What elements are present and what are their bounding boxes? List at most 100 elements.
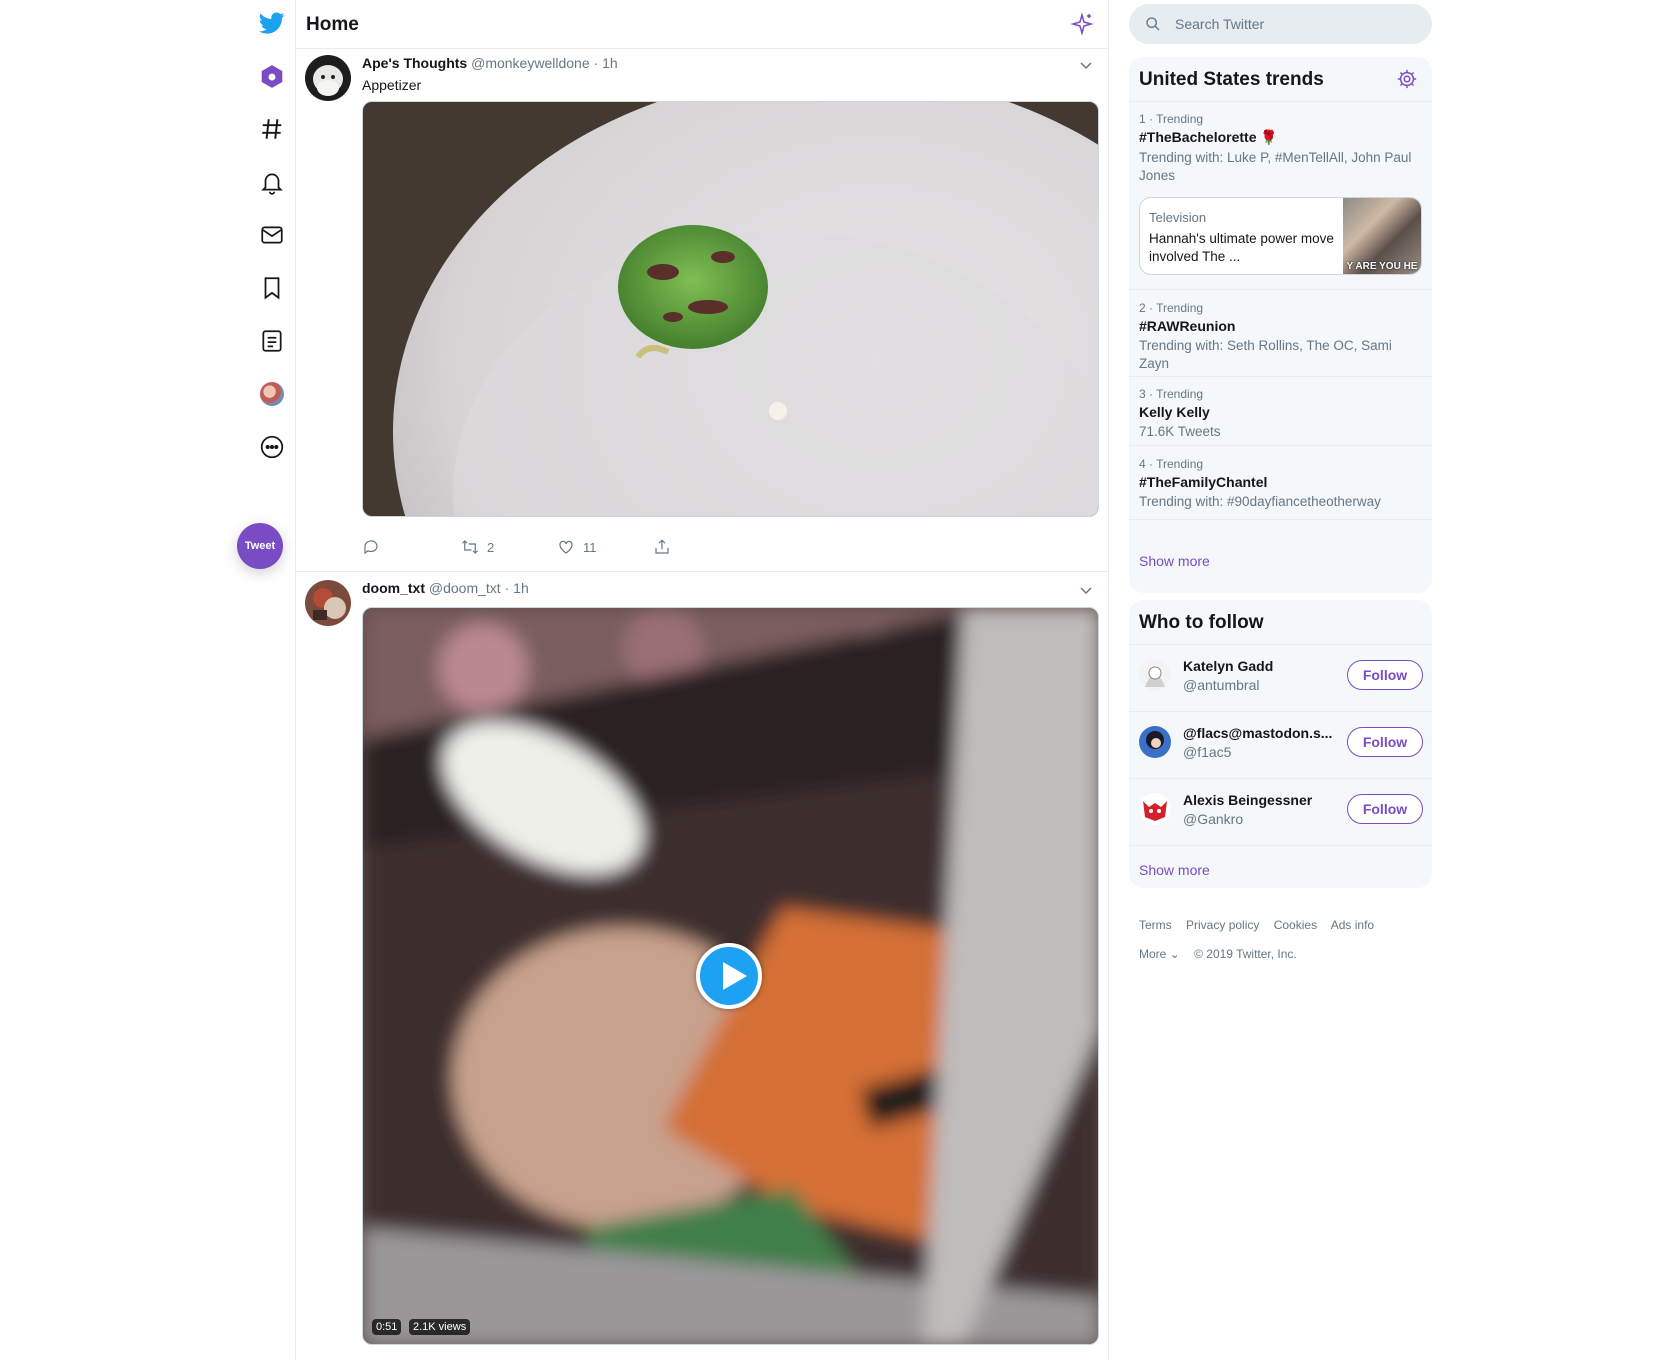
divider [1129,101,1432,102]
lists-icon[interactable] [252,321,292,361]
trend-meta: 2 · Trending [1139,301,1204,315]
user-avatar[interactable] [1139,793,1171,825]
footer-privacy-link[interactable]: Privacy policy [1186,918,1259,932]
user-name: @flacs@mastodon.s... [1183,725,1333,741]
trend-meta: 3 · Trending [1139,387,1204,401]
trend-item[interactable]: 3 · Trending Kelly Kelly 71.6K Tweets [1139,387,1424,441]
who-to-follow-title: Who to follow [1139,612,1264,633]
user-avatar[interactable] [1139,726,1171,758]
chevron-down-icon[interactable] [1078,57,1094,73]
author-handle[interactable]: @monkeywelldone [471,55,590,71]
reply-button[interactable] [362,538,380,556]
author-name[interactable]: doom_txt [362,580,425,596]
trends-show-more-link[interactable]: Show more [1139,553,1210,569]
follow-button[interactable]: Follow [1347,727,1423,757]
trend-name: #TheBachelorette 🌹 [1139,129,1278,145]
tweet-header: Ape's Thoughts @monkeywelldone · 1h [362,55,618,71]
news-thumbnail-caption: Y ARE YOU HE [1346,261,1418,272]
tweet-timestamp[interactable]: 1h [513,580,529,596]
who-to-follow-card: Who to follow Katelyn Gadd @antumbral Fo… [1129,600,1432,888]
trend-context: Trending with: Luke P, #MenTellAll, John… [1139,150,1412,183]
footer-terms-link[interactable]: Terms [1139,918,1172,932]
separator-dot: · [593,55,599,71]
footer-ads-info-link[interactable]: Ads info [1331,918,1374,932]
user-avatar[interactable] [1139,659,1171,691]
follow-button[interactable]: Follow [1347,660,1423,690]
footer-cookies-link[interactable]: Cookies [1274,918,1317,932]
trend-name: #RAWReunion [1139,318,1236,334]
more-options-icon[interactable] [252,427,292,467]
follow-button[interactable]: Follow [1347,794,1423,824]
trend-name: Kelly Kelly [1139,404,1210,420]
divider [1129,289,1432,290]
trends-title: United States trends [1139,69,1324,90]
news-headline: Hannah's ultimate power move involved Th… [1149,231,1334,264]
footer-more-link[interactable]: More ⌄ [1139,947,1180,961]
chevron-down-icon[interactable] [1078,582,1094,598]
tweet-video[interactable]: 0:51 2.1K views [362,607,1099,1345]
notifications-bell-icon[interactable] [252,162,292,202]
search-input[interactable] [1175,13,1415,35]
who-to-follow-show-more-link[interactable]: Show more [1139,862,1210,878]
chevron-down-icon: ⌄ [1169,947,1180,961]
news-thumbnail: Y ARE YOU HE [1343,198,1421,274]
twitter-logo-icon[interactable] [252,3,292,43]
tweet-item[interactable]: Ape's Thoughts @monkeywelldone · 1h Appe… [296,49,1108,572]
like-count: 11 [583,539,597,555]
retweet-button[interactable]: 2 [461,538,494,556]
trend-item[interactable]: 4 · Trending #TheFamilyChantel Trending … [1139,457,1424,511]
trend-context: Trending with: Seth Rollins, The OC, Sam… [1139,338,1392,371]
follow-suggestion[interactable]: Katelyn Gadd @antumbral Follow [1129,645,1432,711]
separator-dot: · [504,580,510,596]
trend-name: #TheFamilyChantel [1139,474,1268,490]
divider [1129,445,1432,446]
like-button[interactable]: 11 [557,538,597,556]
tweet-header: doom_txt @doom_txt · 1h [362,580,529,596]
author-handle[interactable]: @doom_txt [429,580,501,596]
home-icon[interactable] [252,56,292,96]
bookmarks-icon[interactable] [252,268,292,308]
author-avatar[interactable] [305,55,351,101]
retweet-count: 2 [487,539,495,555]
heart-icon [559,540,573,554]
share-button[interactable] [653,538,671,556]
top-tweets-sparkle-icon[interactable] [1070,12,1094,36]
trend-news-card[interactable]: Television Hannah's ultimate power move … [1139,197,1422,275]
user-name: Katelyn Gadd [1183,658,1274,674]
timeline-header: Home [296,0,1108,49]
author-avatar[interactable] [305,580,351,626]
user-handle: @Gankro [1183,811,1244,827]
profile-avatar-icon[interactable] [252,374,292,414]
user-name: Alexis Beingessner [1183,792,1313,808]
search-box[interactable] [1129,4,1432,44]
video-duration-badge: 0:51 [372,1319,402,1335]
messages-envelope-icon[interactable] [252,215,292,255]
play-video-button[interactable] [696,943,762,1009]
copyright-text: © 2019 Twitter, Inc. [1194,947,1297,961]
gear-icon[interactable] [1396,68,1418,90]
trend-context: 71.6K Tweets [1139,424,1221,439]
divider [1129,376,1432,377]
follow-suggestion[interactable]: Alexis Beingessner @Gankro Follow [1129,779,1432,845]
left-nav [220,0,300,1360]
trend-item[interactable]: 2 · Trending #RAWReunion Trending with: … [1139,301,1424,373]
search-icon [1146,17,1160,31]
tweet-actions: 2 11 [362,538,672,560]
footer-more-label: More [1139,947,1167,961]
follow-suggestion[interactable]: @flacs@mastodon.s... @f1ac5 Follow [1129,712,1432,778]
explore-hashtag-icon[interactable] [252,109,292,149]
author-name[interactable]: Ape's Thoughts [362,55,467,71]
reply-icon [364,540,378,555]
video-views-badge: 2.1K views [409,1319,471,1335]
timeline-column: Home Ape's Thoughts @monkeywelldone · 1h [295,0,1109,1360]
tweet-timestamp[interactable]: 1h [602,55,618,71]
tweet-photo[interactable] [362,101,1099,517]
divider [1129,845,1432,846]
divider [1129,519,1432,520]
share-icon [655,539,669,554]
user-handle: @antumbral [1183,677,1260,693]
tweet-item[interactable]: doom_txt @doom_txt · 1h 0:51 2.1K views [296,572,1108,1360]
trend-meta: 1 · Trending [1139,112,1204,126]
page-title: Home [306,14,359,35]
tweet-compose-button[interactable]: Tweet [237,523,283,569]
